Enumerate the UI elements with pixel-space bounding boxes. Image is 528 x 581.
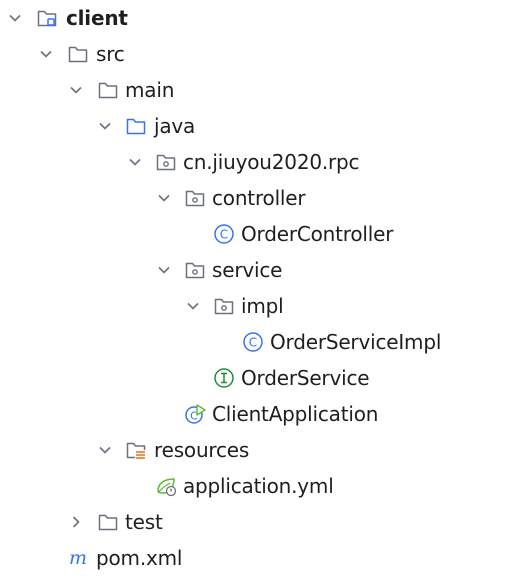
- tree-item-client-application[interactable]: C ClientApplication: [0, 396, 528, 432]
- resources-folder-icon: [125, 439, 147, 461]
- tree-item-test[interactable]: test: [0, 504, 528, 540]
- tree-item-label: main: [125, 78, 175, 102]
- chevron-down-icon[interactable]: [67, 81, 85, 99]
- tree-item-label: impl: [241, 294, 284, 318]
- tree-item-client[interactable]: client: [0, 0, 528, 36]
- svg-text:m: m: [69, 547, 87, 569]
- tree-item-package-root[interactable]: cn.jiuyou2020.rpc: [0, 144, 528, 180]
- folder-icon: [97, 79, 119, 101]
- tree-item-label: controller: [212, 186, 306, 210]
- tree-item-label: src: [96, 42, 125, 66]
- interface-icon: [213, 367, 235, 389]
- chevron-right-icon[interactable]: [67, 513, 85, 531]
- chevron-down-icon[interactable]: [155, 261, 173, 279]
- tree-item-order-service-impl[interactable]: C OrderServiceImpl: [0, 324, 528, 360]
- spring-boot-app-icon: C: [184, 403, 206, 425]
- maven-icon: m: [67, 547, 89, 569]
- spring-yml-icon: [155, 475, 177, 497]
- folder-icon: [97, 511, 119, 533]
- tree-item-label: pom.xml: [96, 546, 183, 570]
- chevron-down-icon[interactable]: [184, 297, 202, 315]
- tree-item-order-controller[interactable]: C OrderController: [0, 216, 528, 252]
- tree-item-order-service[interactable]: OrderService: [0, 360, 528, 396]
- tree-item-service[interactable]: service: [0, 252, 528, 288]
- folder-icon: [67, 43, 89, 65]
- tree-item-label: OrderService: [241, 366, 370, 390]
- project-tree: client src main java cn.jiuyou2020.rpc c…: [0, 0, 528, 581]
- tree-item-application-yml[interactable]: application.yml: [0, 468, 528, 504]
- package-icon: [184, 187, 206, 209]
- chevron-down-icon[interactable]: [155, 189, 173, 207]
- source-root-folder-icon: [125, 115, 147, 137]
- tree-item-src[interactable]: src: [0, 36, 528, 72]
- chevron-down-icon[interactable]: [96, 117, 114, 135]
- package-icon: [213, 295, 235, 317]
- tree-item-pom-xml[interactable]: m pom.xml: [0, 540, 528, 576]
- chevron-down-icon[interactable]: [37, 45, 55, 63]
- tree-item-label: cn.jiuyou2020.rpc: [183, 150, 360, 174]
- package-icon: [184, 259, 206, 281]
- class-icon: C: [242, 331, 264, 353]
- svg-text:C: C: [249, 336, 257, 350]
- tree-item-label: resources: [154, 438, 250, 462]
- tree-item-resources[interactable]: resources: [0, 432, 528, 468]
- chevron-down-icon[interactable]: [96, 441, 114, 459]
- tree-item-main[interactable]: main: [0, 72, 528, 108]
- chevron-down-icon[interactable]: [126, 153, 144, 171]
- tree-item-label: test: [125, 510, 163, 534]
- tree-item-controller[interactable]: controller: [0, 180, 528, 216]
- module-folder-icon: [36, 7, 58, 29]
- tree-item-java[interactable]: java: [0, 108, 528, 144]
- chevron-down-icon[interactable]: [6, 9, 24, 27]
- tree-item-impl[interactable]: impl: [0, 288, 528, 324]
- tree-item-label: ClientApplication: [212, 402, 379, 426]
- tree-item-label: java: [154, 114, 196, 138]
- tree-item-label: OrderServiceImpl: [270, 330, 442, 354]
- svg-text:C: C: [220, 228, 228, 242]
- class-icon: C: [213, 223, 235, 245]
- tree-item-label: application.yml: [183, 474, 334, 498]
- package-icon: [155, 151, 177, 173]
- tree-item-label: service: [212, 258, 283, 282]
- tree-item-label: client: [66, 6, 128, 30]
- tree-item-label: OrderController: [241, 222, 394, 246]
